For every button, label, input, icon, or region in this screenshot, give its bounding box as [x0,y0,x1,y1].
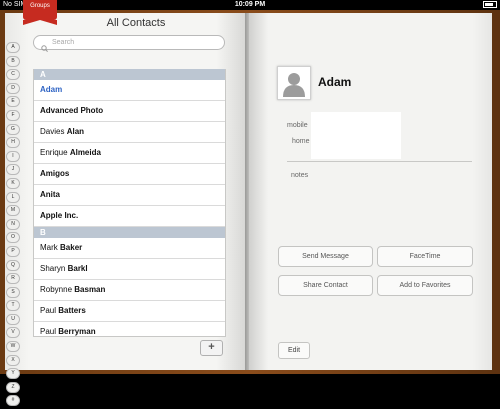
phone-values-area [311,112,401,159]
contact-first-name: Mark [40,243,58,252]
contact-first-name: Paul [40,327,57,336]
contact-row[interactable]: Adam [34,80,225,101]
notes-label: notes [291,172,309,179]
search-icon [41,39,48,52]
add-contact-button[interactable]: + [200,340,223,356]
contact-first-name: Paul [40,306,57,315]
index-letter[interactable]: G [6,123,20,135]
send-message-button[interactable]: Send Message [278,246,373,267]
person-icon [278,67,310,99]
index-letter[interactable]: E [6,96,20,108]
add-to-favorites-button[interactable]: Add to Favorites [377,275,473,296]
index-letter[interactable]: F [6,109,20,121]
index-letter[interactable]: Q [6,259,20,271]
contact-first-name: Enrique [40,148,68,157]
contact-last-name: Amigos [40,169,70,178]
contact-last-name: Alan [66,127,85,136]
index-letter[interactable]: R [6,273,20,285]
contact-row[interactable]: Robynne Basman [34,280,225,301]
contact-first-name: Davies [40,127,65,136]
contact-last-name: Barkl [67,264,88,273]
contact-row[interactable]: Paul Batters [34,301,225,322]
contact-row[interactable]: Sharyn Barkl [34,259,225,280]
contact-last-name: Anita [40,190,60,199]
section-header: A [34,69,225,80]
edit-button[interactable]: Edit [278,342,310,359]
contact-name: Adam [318,75,352,89]
contact-last-name: Berryman [58,327,96,336]
index-letter[interactable]: W [6,341,20,353]
battery-icon [483,0,497,8]
index-letter[interactable]: # [6,395,20,407]
mobile-label: mobile [287,122,308,129]
index-letter[interactable]: X [6,354,20,366]
index-letter[interactable]: O [6,232,20,244]
contact-row[interactable]: Davies Alan [34,122,225,143]
contact-last-name: Basman [74,285,106,294]
index-letter[interactable]: T [6,300,20,312]
contact-last-name: Advanced Photo [40,106,104,115]
contact-row[interactable]: Apple Inc. [34,206,225,227]
battery-indicator [481,0,497,10]
index-letter[interactable]: M [6,205,20,217]
contact-first-name: Sharyn [40,264,66,273]
home-label: home [292,138,310,145]
index-letter[interactable]: A [6,42,20,53]
field-divider [287,161,472,162]
contact-row[interactable]: Enrique Almeida [34,143,225,164]
status-bar: No SIM 10:09 PM [0,0,500,10]
contact-first-name: Adam [40,85,63,94]
search-placeholder: Search [52,39,75,46]
groups-label: Groups [30,3,50,9]
index-letter[interactable]: V [6,327,20,339]
index-letter[interactable]: D [6,82,20,94]
section-header: B [34,227,225,238]
contact-row[interactable]: Anita [34,185,225,206]
index-letter[interactable]: J [6,164,20,176]
index-letter[interactable]: H [6,137,20,149]
clock: 10:09 PM [234,1,266,8]
alphabet-index[interactable]: A B C D E F G H I J K L M N O P Q R S T U V W X Y Z # [6,42,20,409]
search-input[interactable]: Search [33,35,225,52]
index-letter[interactable]: U [6,313,20,325]
index-letter[interactable]: P [6,245,20,257]
contact-row[interactable]: Amigos [34,164,225,185]
page-title: All Contacts [106,17,166,29]
share-contact-button[interactable]: Share Contact [278,275,373,296]
contact-first-name: Robynne [40,285,73,294]
contact-last-name: Almeida [69,148,101,157]
groups-button[interactable]: Groups [23,0,57,25]
index-letter[interactable]: K [6,177,20,189]
index-letter[interactable]: L [6,191,20,203]
contact-last-name: Baker [60,243,83,252]
contact-row[interactable]: Paul Berryman [34,322,225,336]
contact-last-name: Batters [58,306,86,315]
index-letter[interactable]: Z [6,381,20,393]
facetime-button[interactable]: FaceTime [377,246,473,267]
contact-row[interactable]: Mark Baker [34,238,225,259]
index-letter[interactable]: I [6,150,20,162]
contact-row[interactable]: Advanced Photo [34,101,225,122]
index-letter[interactable]: C [6,69,20,81]
index-letter[interactable]: S [6,286,20,298]
index-letter[interactable]: N [6,218,20,230]
contact-avatar [277,66,311,100]
contacts-list[interactable]: A Adam Advanced Photo Davies Alan Enrique Al… [33,69,226,337]
index-letter[interactable]: B [6,55,20,67]
contact-last-name: Apple Inc. [40,211,79,220]
